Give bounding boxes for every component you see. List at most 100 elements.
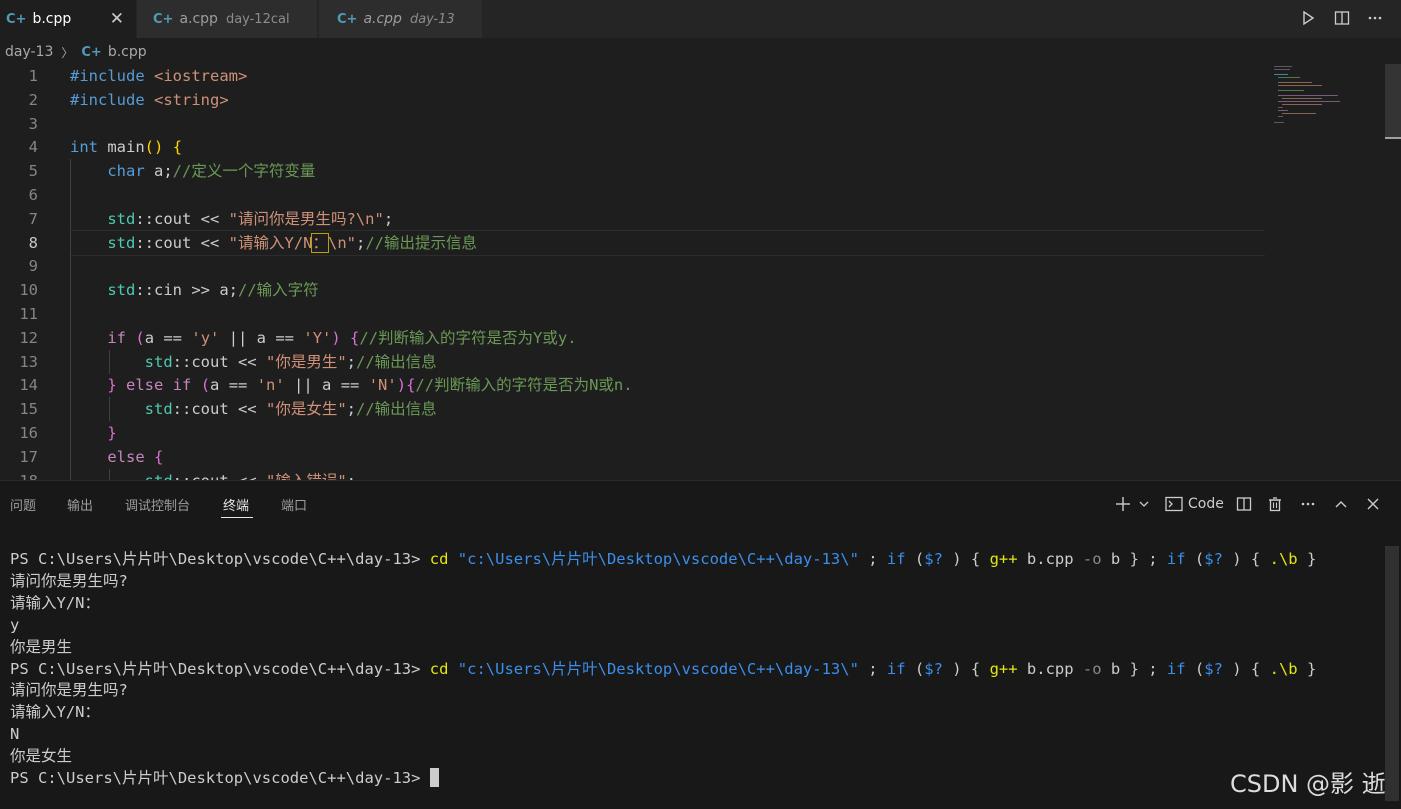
line-number: 10 <box>19 281 38 300</box>
code-text: } else if (a == 'n' || a == 'N'){//判断输入的… <box>107 376 633 395</box>
breadcrumb-file[interactable]: b.cpp <box>108 44 147 60</box>
minimap[interactable] <box>1270 64 1380 134</box>
tab-a-cpp-day-12cal[interactable]: C+ a.cpp day-12cal <box>137 0 318 38</box>
indent-guide <box>70 302 71 326</box>
line-number: 15 <box>19 400 38 419</box>
tab-problems[interactable]: 问题 <box>10 495 36 514</box>
terminal-output[interactable]: PS C:\Users\片片叶\Desktop\vscode\C++\day-1… <box>10 548 1380 803</box>
line-number: 11 <box>19 305 38 323</box>
line-number: 2 <box>28 90 38 109</box>
line-number: 1 <box>28 67 38 85</box>
code-line[interactable]: 16 } <box>0 421 1384 445</box>
more-actions-icon[interactable] <box>1300 493 1316 515</box>
terminal-line: 你是男生 <box>10 637 73 656</box>
chevron-down-icon[interactable] <box>1139 493 1149 515</box>
code-text: char a;//定义一个字符变量 <box>107 162 316 181</box>
code-line[interactable]: 17 else { <box>0 444 1384 469</box>
code-text: std::cout << "你是男生";//输出信息 <box>144 352 437 371</box>
line-number: 4 <box>28 138 38 157</box>
terminal-icon <box>1165 496 1183 512</box>
code-text: std::cout << "请问你是男生吗?\n"; <box>107 209 394 228</box>
code-line[interactable]: 14 } else if (a == 'n' || a == 'N'){//判断… <box>0 373 1384 398</box>
tab-label: b.cpp <box>32 11 72 27</box>
terminal-scrollbar[interactable] <box>1385 546 1399 801</box>
code-line[interactable]: 3 <box>0 112 1384 136</box>
active-tab-indicator <box>221 517 253 518</box>
indent-guide <box>70 183 71 207</box>
cpp-file-icon: C+ <box>337 11 358 27</box>
terminal-line: PS C:\Users\片片叶\Desktop\vscode\C++\day-1… <box>10 659 1317 678</box>
code-line[interactable]: 10 std::cin >> a;//输入字符 <box>0 278 1384 303</box>
breadcrumb-folder[interactable]: day-13 <box>5 44 53 60</box>
breadcrumb: day-13 〉 C+ b.cpp <box>0 38 1260 66</box>
code-line[interactable]: 8 std::cout << "请输入Y/N：\n";//输出提示信息 <box>0 229 1384 256</box>
code-line[interactable]: 1 #include <iostream> <box>0 64 1384 88</box>
code-text: #include <string> <box>70 90 229 109</box>
run-icon[interactable] <box>1297 7 1319 29</box>
code-text: } <box>107 424 117 442</box>
terminal-line: PS C:\Users\片片叶\Desktop\vscode\C++\day-1… <box>10 550 1317 568</box>
code-line[interactable]: 9 <box>0 254 1384 279</box>
tab-output[interactable]: 输出 <box>67 495 93 514</box>
line-number: 13 <box>19 352 38 371</box>
code-line[interactable]: 2 #include <string> <box>0 88 1384 112</box>
code-text: if (a == 'y' || a == 'Y') {//判断输入的字符是否为Y… <box>107 328 577 347</box>
terminal-line: 请输入Y/N： <box>10 593 100 612</box>
terminal-line: 你是女生 <box>10 747 73 766</box>
close-icon[interactable]: ✕ <box>110 9 124 29</box>
tab-ports[interactable]: 端口 <box>281 495 307 514</box>
code-line[interactable]: 11 <box>0 302 1384 326</box>
tab-terminal[interactable]: 终端 <box>223 495 249 514</box>
new-terminal-icon[interactable] <box>1115 493 1131 515</box>
tab-label: a.cpp <box>363 11 402 27</box>
cpp-file-icon: C+ <box>81 44 102 60</box>
code-text: int main() { <box>70 138 183 157</box>
terminal-line: PS C:\Users\片片叶\Desktop\vscode\C++\day-1… <box>10 767 439 789</box>
code-line[interactable]: 18 std::cout << "输入错误"; <box>0 468 1384 480</box>
scrollbar-cursor-marker <box>1385 137 1401 139</box>
line-number: 12 <box>19 328 38 347</box>
line-number: 7 <box>28 209 38 228</box>
editor-scrollbar[interactable] <box>1385 64 1401 138</box>
terminal-line: 请问你是男生吗? <box>10 681 128 700</box>
line-number: 14 <box>19 376 38 395</box>
split-editor-icon[interactable] <box>1331 7 1353 29</box>
tab-description: day-13 <box>409 11 455 27</box>
terminal-line: 请问你是男生吗? <box>10 571 128 590</box>
code-line[interactable]: 5 char a;//定义一个字符变量 <box>0 159 1384 184</box>
csdn-watermark: CSDN @影 逝 <box>1230 770 1386 798</box>
line-number: 16 <box>19 424 38 442</box>
code-text: std::cout << "请输入Y/N：\n";//输出提示信息 <box>107 232 478 253</box>
terminal-line: y <box>10 615 20 634</box>
cpp-file-icon: C+ <box>153 11 174 27</box>
tab-label: a.cpp <box>179 11 218 27</box>
terminal-selector[interactable]: Code <box>1165 493 1224 515</box>
tab-debug-console[interactable]: 调试控制台 <box>125 495 190 514</box>
line-number: 3 <box>28 114 38 133</box>
close-panel-icon[interactable] <box>1366 493 1380 515</box>
line-number: 5 <box>28 162 38 181</box>
cpp-file-icon: C+ <box>6 11 27 27</box>
chevron-right-icon: 〉 <box>61 45 74 60</box>
indent-guide <box>70 254 71 279</box>
code-line[interactable]: 12 if (a == 'y' || a == 'Y') {//判断输入的字符是… <box>0 325 1384 350</box>
tab-a-cpp-day-13[interactable]: C+ a.cpp day-13 <box>319 0 483 38</box>
maximize-panel-icon[interactable] <box>1334 493 1348 515</box>
code-text: #include <iostream> <box>70 67 248 85</box>
code-line[interactable]: 4 int main() { <box>0 135 1384 159</box>
trash-icon[interactable] <box>1267 493 1283 515</box>
code-line[interactable]: 15 std::cout << "你是女生";//输出信息 <box>0 397 1384 422</box>
code-editor[interactable]: 1 #include <iostream> 2 #include <string> 3 4… <box>0 64 1384 480</box>
bottom-panel: 问题 输出 调试控制台 终端 端口 Code PS C:\Users\片片叶\D… <box>0 480 1401 809</box>
code-line[interactable]: 7 std::cout << "请问你是男生吗?\n"; <box>0 206 1384 231</box>
more-actions-icon[interactable] <box>1364 7 1386 29</box>
code-line[interactable]: 13 std::cout << "你是男生";//输出信息 <box>0 349 1384 374</box>
line-number: 6 <box>28 186 38 204</box>
code-line[interactable]: 6 <box>0 183 1384 207</box>
tab-description: day-12cal <box>225 11 290 27</box>
terminal-line: N <box>10 725 20 744</box>
split-terminal-icon[interactable] <box>1236 493 1252 515</box>
code-text: std::cout << "你是女生";//输出信息 <box>144 400 437 419</box>
tab-b-cpp[interactable]: C+ b.cpp ✕ <box>0 0 136 38</box>
line-number: 18 <box>0 469 38 480</box>
